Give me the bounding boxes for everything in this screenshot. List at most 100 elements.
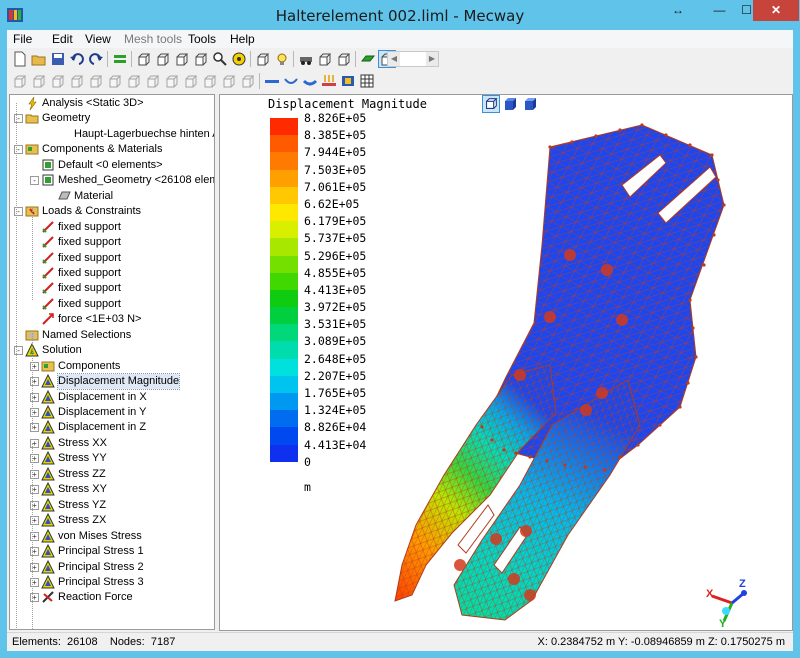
light-icon[interactable] [273, 50, 291, 68]
view-iso-icon[interactable] [502, 95, 520, 113]
3d-viewport[interactable]: Displacement Magnitude 8.826E+05 8.385E+0… [219, 94, 793, 631]
outline-tree[interactable]: Analysis <Static 3D> - Geometry Haupt-Lager… [9, 94, 215, 630]
tree-item[interactable]: Material [10, 189, 214, 205]
tree-item[interactable]: force <1E+03 N> [10, 312, 214, 328]
scroll-left-icon[interactable]: ◀ [388, 52, 400, 66]
redo-icon[interactable] [87, 50, 105, 68]
zoom-icon[interactable] [211, 50, 229, 68]
film-icon[interactable] [339, 72, 357, 90]
minimize-button[interactable]: — [706, 0, 733, 21]
tree-item[interactable]: + Displacement in X [10, 389, 214, 406]
cube-right-icon[interactable] [173, 50, 191, 68]
tree-item[interactable]: fixed support [10, 235, 214, 251]
view-back-icon[interactable] [522, 95, 540, 113]
elements-count: 26108 [67, 636, 98, 648]
snap-icon[interactable] [30, 72, 48, 90]
menu-view[interactable]: View [85, 32, 111, 46]
tree-item[interactable]: + Displacement in Y [10, 405, 214, 421]
legend-swatch [270, 255, 298, 273]
tree-item[interactable]: - Meshed_Geometry <26108 eleme [10, 173, 214, 189]
tree-item[interactable]: - Loads & Constraints [10, 204, 214, 220]
tree-item[interactable]: + Stress ZZ [10, 466, 214, 483]
close-button[interactable]: ✕ [753, 0, 799, 21]
split-icon[interactable] [106, 72, 124, 90]
cube-wire-icon[interactable] [335, 50, 353, 68]
toolbar-separator [107, 51, 108, 67]
resize-arrows-icon[interactable]: ↔ [666, 0, 690, 21]
legend-swatch [270, 238, 298, 256]
scissors-icon[interactable] [68, 72, 86, 90]
ruler-icon[interactable] [239, 72, 257, 90]
tree-item[interactable]: - Geometry [10, 111, 214, 127]
collapse-icon[interactable]: - [30, 176, 39, 186]
legend-value: 5.296E+05 [304, 248, 367, 263]
title-bar[interactable]: Halterelement 002.liml - Mecway ↔ — ☐ ✕ [0, 0, 800, 30]
cube-top-icon[interactable] [192, 50, 210, 68]
tree-item[interactable]: fixed support [10, 281, 214, 297]
scroll-right-icon[interactable]: ▶ [426, 52, 438, 66]
tree-item[interactable]: + Reaction Force [10, 590, 214, 606]
tree-item[interactable]: - Components & Materials [10, 142, 214, 158]
undo-icon[interactable] [68, 50, 86, 68]
menu-edit[interactable]: Edit [52, 32, 73, 46]
tree-item[interactable]: + Stress YZ [10, 497, 214, 514]
menu-mesh-tools[interactable]: Mesh tools [124, 32, 182, 46]
pan-icon[interactable] [254, 50, 272, 68]
menu-file[interactable]: File [13, 32, 32, 46]
constraint-marker [520, 525, 532, 537]
tree-item[interactable]: + Principal Stress 3 [10, 574, 214, 591]
tree-item[interactable]: Analysis <Static 3D> [10, 96, 214, 112]
tree-item[interactable]: + Stress ZX [10, 513, 214, 529]
tree-item[interactable]: + Principal Stress 2 [10, 559, 214, 576]
move-node-icon[interactable] [11, 72, 29, 90]
zoom-fit-icon[interactable] [230, 50, 248, 68]
tree-item[interactable]: + Displacement Magnitude [10, 373, 214, 391]
copy-icon[interactable] [220, 72, 238, 90]
tree-item-label: Solution [42, 344, 82, 357]
toolbar-scroller[interactable]: ◀ ▶ [387, 51, 439, 67]
tree-item[interactable]: fixed support [10, 266, 214, 282]
arc-icon[interactable] [282, 72, 300, 90]
view-front-icon[interactable] [482, 95, 500, 113]
select-box-icon[interactable] [49, 72, 67, 90]
save-icon[interactable] [49, 50, 67, 68]
tree-item[interactable]: + Stress YY [10, 451, 214, 467]
refine-icon[interactable] [125, 72, 143, 90]
legend-swatch [270, 221, 298, 239]
mesh-node [603, 468, 607, 472]
toolbar-separator [259, 73, 260, 89]
tree-item[interactable]: + Principal Stress 1 [10, 544, 214, 560]
sweep-icon[interactable] [182, 72, 200, 90]
tree-item[interactable]: + von Mises Stress [10, 528, 214, 545]
new-file-icon[interactable] [11, 50, 29, 68]
mirror-icon[interactable] [201, 72, 219, 90]
plate-icon[interactable] [359, 50, 377, 68]
menu-tools[interactable]: Tools [188, 32, 216, 46]
grid-icon[interactable] [358, 72, 376, 90]
cube-front-icon[interactable] [135, 50, 153, 68]
cube-rotate-icon[interactable] [154, 50, 172, 68]
tree-item[interactable]: + Stress XX [10, 435, 214, 452]
merge-icon[interactable] [87, 72, 105, 90]
tree-item[interactable]: Named Selections [10, 328, 214, 344]
beam-load-icon[interactable] [320, 72, 338, 90]
car-icon[interactable] [297, 50, 315, 68]
tree-item[interactable]: fixed support [10, 297, 214, 313]
solve-icon[interactable] [111, 50, 129, 68]
tree-item[interactable]: + Stress XY [10, 482, 214, 498]
menu-help[interactable]: Help [230, 32, 255, 46]
tree-item[interactable]: + Components [10, 359, 214, 375]
cube-iso-icon[interactable] [316, 50, 334, 68]
tree-item[interactable]: Default <0 elements> [10, 158, 214, 174]
shell-icon[interactable] [301, 72, 319, 90]
blue-line-icon[interactable] [263, 72, 281, 90]
open-folder-icon[interactable] [30, 50, 48, 68]
tree-item[interactable]: - Solution [10, 343, 214, 359]
revolve-icon[interactable] [163, 72, 181, 90]
legend-value: 6.179E+05 [304, 214, 367, 229]
tree-item[interactable]: Haupt-Lagerbuechse hinten AP21 [10, 127, 214, 143]
tree-item[interactable]: + Displacement in Z [10, 420, 214, 436]
extrude-icon[interactable] [144, 72, 162, 90]
tree-item[interactable]: fixed support [10, 251, 214, 267]
tree-item[interactable]: fixed support [10, 220, 214, 236]
